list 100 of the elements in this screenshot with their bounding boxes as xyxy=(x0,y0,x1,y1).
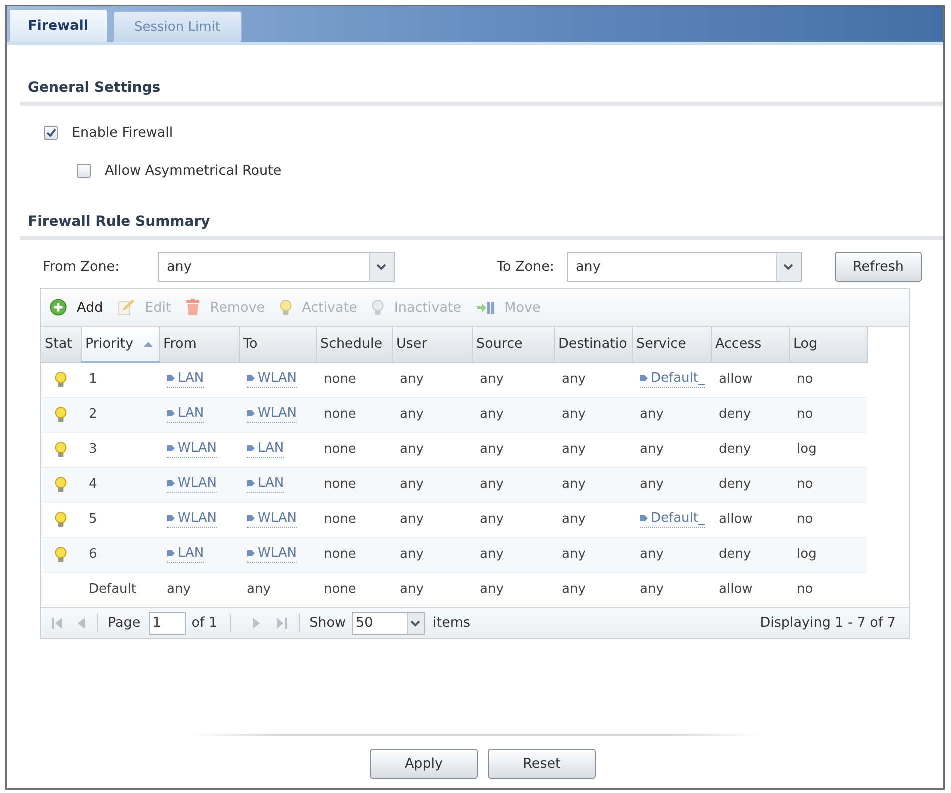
pager-label: Page xyxy=(108,615,141,631)
tag-icon xyxy=(167,515,175,522)
object-link[interactable]: WLAN xyxy=(167,476,218,493)
table-row[interactable]: 1 LAN WLAN none any any any Default_ allow no xyxy=(41,362,867,397)
column-header[interactable]: Schedule xyxy=(316,327,392,362)
table-cell: 3 xyxy=(81,432,159,467)
column-header[interactable]: Log xyxy=(789,327,867,362)
tag-icon xyxy=(640,375,648,382)
table-cell: log xyxy=(789,432,867,467)
object-link[interactable]: WLAN xyxy=(247,546,298,563)
table-cell: any xyxy=(392,502,472,537)
plus-circle-icon xyxy=(50,299,67,316)
section-title: Firewall Rule Summary xyxy=(28,214,210,230)
tag-icon xyxy=(247,550,255,557)
table-cell: none xyxy=(316,502,392,537)
trash-icon xyxy=(186,299,200,316)
table-cell: 2 xyxy=(81,397,159,432)
toolbar-button[interactable]: Add xyxy=(50,299,104,316)
column-header[interactable]: User xyxy=(392,327,472,362)
column-header[interactable]: To xyxy=(239,327,316,362)
table-cell: allow xyxy=(711,502,789,537)
table-cell: any xyxy=(392,467,472,502)
pager-summary: Displaying 1 - 7 of 7 xyxy=(760,615,896,631)
table-cell: 4 xyxy=(81,467,159,502)
table-cell: any xyxy=(554,467,632,502)
pager-label: items xyxy=(433,615,471,631)
table-cell: none xyxy=(316,537,392,572)
table-row[interactable]: 5 WLAN WLAN none any any any Default_ allow no xyxy=(41,502,867,537)
column-header[interactable]: Priority xyxy=(81,327,159,362)
section-title: General Settings xyxy=(28,80,161,96)
zone-dropdown[interactable]: any xyxy=(567,252,802,282)
table-cell: allow xyxy=(711,572,789,607)
pager-label: Show xyxy=(310,615,346,631)
table-cell: any xyxy=(392,572,472,607)
table-row[interactable]: 2 LAN WLAN none any any any any deny no xyxy=(41,397,867,432)
object-link[interactable]: LAN xyxy=(247,476,284,493)
table-cell: any xyxy=(472,572,554,607)
object-link[interactable]: LAN xyxy=(247,441,284,458)
column-header[interactable]: From xyxy=(159,327,239,362)
object-link[interactable]: WLAN xyxy=(167,511,218,528)
table-row[interactable]: 6 LAN WLAN none any any any any deny log xyxy=(41,537,867,572)
page-size-dropdown[interactable]: 50 xyxy=(352,612,426,634)
chevron-down-icon[interactable] xyxy=(776,253,801,281)
column-header[interactable]: Service xyxy=(632,327,711,362)
object-link[interactable]: LAN xyxy=(167,546,204,563)
tab[interactable]: Firewall xyxy=(9,9,108,42)
tag-icon xyxy=(247,445,255,452)
chevron-down-icon[interactable] xyxy=(369,253,394,281)
table-cell: any xyxy=(392,362,472,397)
option-label: Allow Asymmetrical Route xyxy=(105,163,282,179)
page-input[interactable]: 1 xyxy=(148,612,186,634)
pager-label: of 1 xyxy=(192,615,218,631)
checkbox[interactable] xyxy=(77,164,91,178)
object-link[interactable]: LAN xyxy=(167,406,204,423)
action-button[interactable]: Reset xyxy=(488,749,596,779)
checkbox[interactable] xyxy=(44,126,58,140)
table-cell: any xyxy=(554,537,632,572)
lightbulb-icon xyxy=(372,300,384,316)
table-cell: any xyxy=(632,397,711,432)
option-label: Enable Firewall xyxy=(72,125,174,141)
column-header[interactable]: Source xyxy=(472,327,554,362)
object-link[interactable]: Default_ xyxy=(640,511,705,528)
column-header[interactable]: Stat xyxy=(41,327,81,362)
table-cell: any xyxy=(392,397,472,432)
table-cell: deny xyxy=(711,432,789,467)
table-cell: any xyxy=(472,397,554,432)
table-cell: any xyxy=(554,572,632,607)
tag-icon xyxy=(167,445,175,452)
refresh-button[interactable]: Refresh xyxy=(835,252,922,282)
table-row[interactable]: 4 WLAN LAN none any any any any deny no xyxy=(41,467,867,502)
tag-icon xyxy=(247,410,255,417)
action-button[interactable]: Apply xyxy=(370,749,478,779)
tag-icon xyxy=(247,375,255,382)
table-cell: 6 xyxy=(81,537,159,572)
table-cell: any xyxy=(554,432,632,467)
tag-icon xyxy=(247,515,255,522)
column-header[interactable]: Destinatio xyxy=(554,327,632,362)
table-cell: any xyxy=(632,572,711,607)
tag-icon xyxy=(167,375,175,382)
sort-ascending-icon xyxy=(144,342,153,347)
zone-dropdown[interactable]: any xyxy=(158,252,395,282)
table-cell: no xyxy=(789,502,867,537)
table-cell: no xyxy=(789,362,867,397)
column-header[interactable]: Access xyxy=(711,327,789,362)
table-row[interactable]: 3 WLAN LAN none any any any any deny log xyxy=(41,432,867,467)
object-link[interactable]: WLAN xyxy=(247,371,298,388)
table-cell: Default xyxy=(81,572,159,607)
table-cell: any xyxy=(472,362,554,397)
object-link[interactable]: Default_ xyxy=(640,371,705,388)
table-cell: any xyxy=(392,432,472,467)
object-link[interactable]: WLAN xyxy=(247,406,298,423)
table-cell: any xyxy=(472,432,554,467)
object-link[interactable]: WLAN xyxy=(247,511,298,528)
table-cell: any xyxy=(632,537,711,572)
tag-icon xyxy=(167,550,175,557)
table-cell: none xyxy=(316,467,392,502)
object-link[interactable]: LAN xyxy=(167,371,204,388)
chevron-down-icon[interactable] xyxy=(407,612,424,634)
object-link[interactable]: WLAN xyxy=(167,441,218,458)
table-cell: any xyxy=(472,502,554,537)
